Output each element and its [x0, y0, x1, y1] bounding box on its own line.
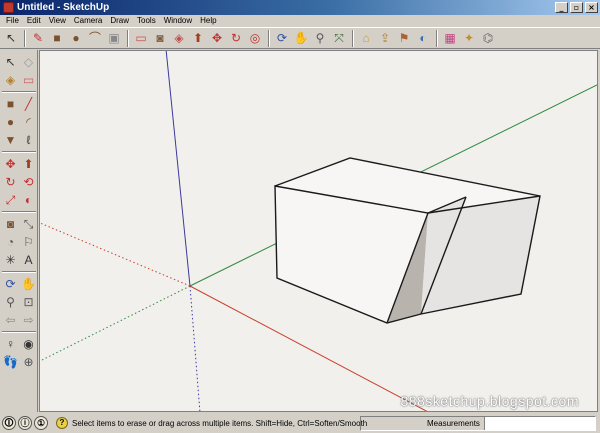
freehand-tool-icon[interactable]: ℓ — [20, 131, 37, 148]
toolbar-separator — [2, 331, 36, 333]
drawing-viewport[interactable]: 888sketchup.blogspot.com — [39, 50, 598, 412]
red-axis-negative — [40, 222, 191, 287]
walk-tool-icon[interactable]: 👣 — [2, 353, 19, 370]
make-component-icon[interactable]: ▣ — [105, 29, 123, 47]
dimension-tool-icon[interactable]: ⤡ — [20, 215, 37, 232]
toolbar-separator — [436, 29, 438, 47]
toolbar-separator — [2, 211, 36, 213]
tape-measure-icon[interactable]: ◙ — [151, 29, 169, 47]
window-title: Untitled - SketchUp — [17, 2, 110, 13]
toolbar-separator — [2, 91, 36, 93]
extension-icon[interactable]: ✦ — [460, 29, 478, 47]
minimize-button[interactable]: _ — [555, 2, 568, 13]
status-bar: 🛈 ⓘ ① ? Select items to erase or drag ac… — [0, 413, 600, 433]
main-toolbar: ↖ ✎ ■ ● ⌒ ▣ ▭ ◙ ◈ ⬆ ✥ ↻ ◎ ⟳ ✋ ⚲ ⤧ ⌂ ⇪ ⚑ ◐ ▦ ✦ ⌬ — [0, 27, 600, 49]
warehouse-icon[interactable]: ⌬ — [479, 29, 497, 47]
maximize-button[interactable]: ▫ — [570, 2, 583, 13]
push-pull-tool-icon[interactable]: ⬆ — [20, 155, 37, 172]
measurements-label: Measurements — [361, 417, 485, 430]
orbit-icon[interactable]: ⟳ — [273, 29, 291, 47]
arc-tool-icon[interactable]: ◜ — [20, 113, 37, 130]
3d-text-tool-icon[interactable]: A — [20, 251, 37, 268]
toolbar-separator — [127, 29, 129, 47]
status-message: Select items to erase or drag across mul… — [72, 418, 368, 428]
toolbar-separator — [24, 29, 26, 47]
next-view-tool-icon[interactable]: ⇨ — [20, 311, 37, 328]
measurements-input[interactable] — [484, 417, 595, 430]
circle-tool-icon[interactable]: ● — [2, 113, 19, 130]
pan-tool-icon[interactable]: ✋ — [20, 275, 37, 292]
menu-edit[interactable]: Edit — [23, 15, 45, 27]
get-models-icon[interactable]: ⌂ — [357, 29, 375, 47]
orbit-tool-icon[interactable]: ⟳ — [2, 275, 19, 292]
toolbar-separator — [268, 29, 270, 47]
paint-bucket-tool-icon[interactable]: ◈ — [2, 71, 19, 88]
protractor-tool-icon[interactable]: ◔ — [2, 233, 19, 250]
measurements-box: Measurements — [360, 416, 596, 431]
scale-tool-icon[interactable]: ⤢ — [2, 191, 19, 208]
menu-tools[interactable]: Tools — [133, 15, 160, 27]
component-icon[interactable]: ⚑ — [395, 29, 413, 47]
menu-window[interactable]: Window — [160, 15, 196, 27]
credits-icon[interactable]: ⓘ — [18, 416, 32, 430]
large-tool-set-toolbar: ↖ ◇ ◈ ▭ ■ ╱ ● ◜ ▼ ℓ ✥ ⬆ ↻ ⟲ ⤢ ◐ ◙ ⤡ ◔ ⚐ ✳ A ⟳ ✋ ⚲ ⊡ ⇦ ⇨ ♀ ◉ 👣 ⊕ — [0, 50, 38, 412]
toolbar-separator — [2, 151, 36, 153]
menu-camera[interactable]: Camera — [70, 15, 106, 27]
select-icon[interactable]: ↖ — [2, 29, 20, 47]
eraser-tool-icon[interactable]: ▭ — [20, 71, 37, 88]
text-tool-icon[interactable]: ⚐ — [20, 233, 37, 250]
title-bar: Untitled - SketchUp _ ▫ × — [0, 0, 600, 15]
blue-axis-negative — [189, 285, 201, 411]
look-around-tool-icon[interactable]: ◉ — [20, 335, 37, 352]
move-tool-icon[interactable]: ✥ — [2, 155, 19, 172]
menu-draw[interactable]: Draw — [106, 15, 133, 27]
watermark-text: 888sketchup.blogspot.com — [400, 393, 579, 409]
make-component-tool-icon[interactable]: ◇ — [20, 53, 37, 70]
pencil-line-icon[interactable]: ✎ — [29, 29, 47, 47]
blue-axis-positive — [165, 51, 191, 287]
user-icon[interactable]: ① — [34, 416, 48, 430]
offset-icon[interactable]: ◎ — [246, 29, 264, 47]
tape-measure-tool-icon[interactable]: ◙ — [2, 215, 19, 232]
rotate-icon[interactable]: ↻ — [227, 29, 245, 47]
zoom-tool-icon[interactable]: ⚲ — [2, 293, 19, 310]
previous-view-tool-icon[interactable]: ⇦ — [2, 311, 19, 328]
offset-tool-icon[interactable]: ◐ — [20, 191, 37, 208]
rotate-tool-icon[interactable]: ↻ — [2, 173, 19, 190]
zoom-window-tool-icon[interactable]: ⊡ — [20, 293, 37, 310]
zoom-icon[interactable]: ⚲ — [311, 29, 329, 47]
circle-icon[interactable]: ● — [67, 29, 85, 47]
polygon-tool-icon[interactable]: ▼ — [2, 131, 19, 148]
paint-bucket-icon[interactable]: ◈ — [170, 29, 188, 47]
line-tool-icon[interactable]: ╱ — [20, 95, 37, 112]
toolbar-separator — [352, 29, 354, 47]
photo-textures-icon[interactable]: ▦ — [441, 29, 459, 47]
green-axis-negative — [40, 285, 191, 362]
menu-help[interactable]: Help — [196, 15, 220, 27]
menu-file[interactable]: File — [2, 15, 23, 27]
share-model-icon[interactable]: ⇪ — [376, 29, 394, 47]
move-icon[interactable]: ✥ — [208, 29, 226, 47]
model-canvas[interactable] — [40, 51, 598, 412]
follow-me-tool-icon[interactable]: ⟲ — [20, 173, 37, 190]
menu-bar: File Edit View Camera Draw Tools Window … — [0, 15, 600, 27]
sketchup-app-icon — [3, 2, 14, 13]
toolbar-separator — [2, 271, 36, 273]
arc-icon[interactable]: ⌒ — [86, 29, 104, 47]
axes-tool-icon[interactable]: ✳ — [2, 251, 19, 268]
push-pull-icon[interactable]: ⬆ — [189, 29, 207, 47]
pan-icon[interactable]: ✋ — [292, 29, 310, 47]
rectangle-tool-icon[interactable]: ■ — [2, 95, 19, 112]
section-plane-tool-icon[interactable]: ⊕ — [20, 353, 37, 370]
position-camera-tool-icon[interactable]: ♀ — [2, 335, 19, 352]
zoom-extents-icon[interactable]: ⤧ — [330, 29, 348, 47]
geo-location-icon[interactable]: 🛈 — [2, 416, 16, 430]
menu-view[interactable]: View — [45, 15, 70, 27]
select-tool-icon[interactable]: ↖ — [2, 53, 19, 70]
eraser-icon[interactable]: ▭ — [132, 29, 150, 47]
rectangle-icon[interactable]: ■ — [48, 29, 66, 47]
close-button[interactable]: × — [585, 2, 598, 13]
help-icon[interactable]: ? — [56, 417, 68, 429]
google-earth-icon[interactable]: ◐ — [414, 29, 432, 47]
